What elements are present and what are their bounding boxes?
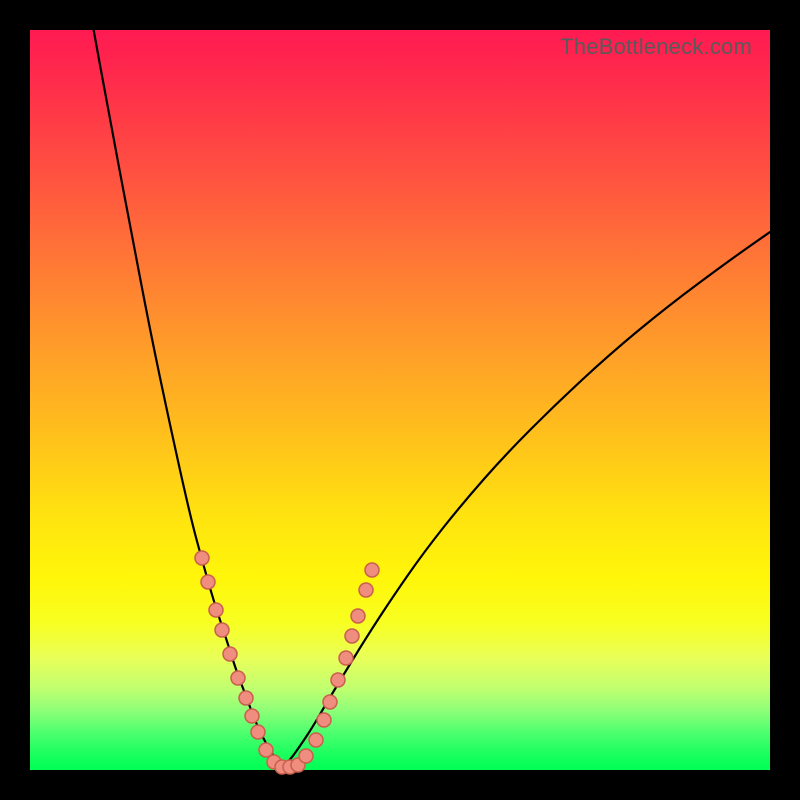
highlight-dots <box>195 551 379 774</box>
highlight-dot <box>309 733 323 747</box>
highlight-dot <box>239 691 253 705</box>
highlight-dot <box>231 671 245 685</box>
curve-left <box>90 10 282 767</box>
highlight-dot <box>345 629 359 643</box>
highlight-dot <box>299 749 313 763</box>
highlight-dot <box>245 709 259 723</box>
bottleneck-curve <box>30 30 770 770</box>
highlight-dot <box>317 713 331 727</box>
highlight-dot <box>195 551 209 565</box>
curve-right <box>282 232 770 767</box>
highlight-dot <box>359 583 373 597</box>
highlight-dot <box>323 695 337 709</box>
highlight-dot <box>215 623 229 637</box>
highlight-dot <box>365 563 379 577</box>
highlight-dot <box>251 725 265 739</box>
highlight-dot <box>339 651 353 665</box>
highlight-dot <box>331 673 345 687</box>
highlight-dot <box>209 603 223 617</box>
plot-area: TheBottleneck.com <box>30 30 770 770</box>
highlight-dot <box>223 647 237 661</box>
highlight-dot <box>351 609 365 623</box>
highlight-dot <box>201 575 215 589</box>
chart-frame: TheBottleneck.com <box>0 0 800 800</box>
